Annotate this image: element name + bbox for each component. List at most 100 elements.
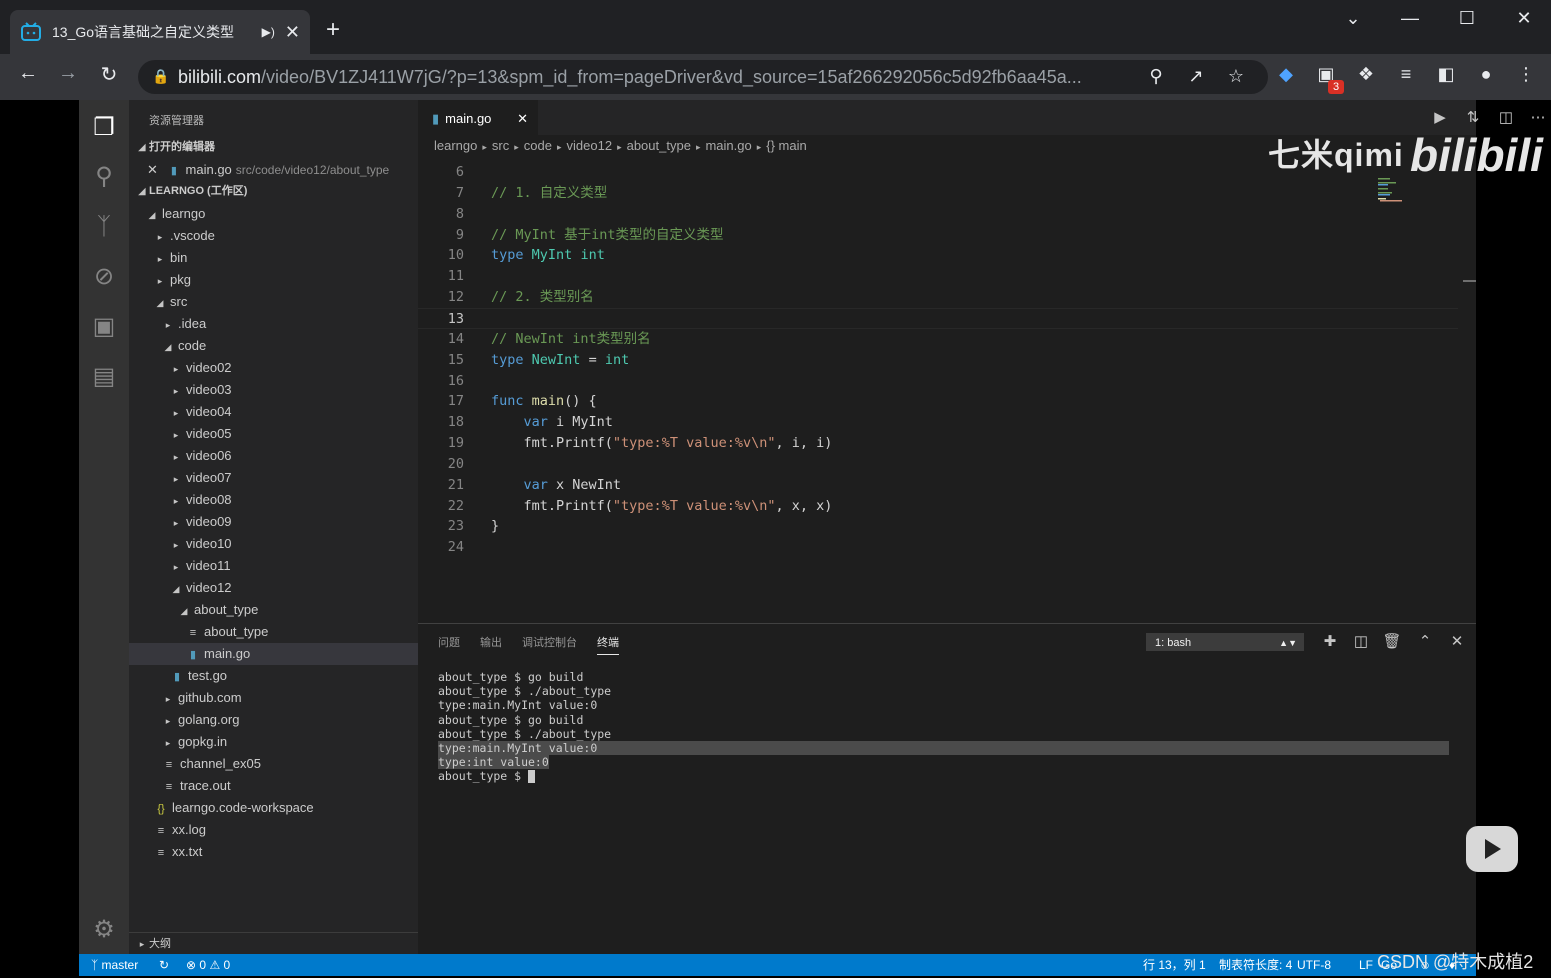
kill-terminal-icon[interactable]: 🗑	[1380, 632, 1404, 650]
tree-item[interactable]: ▸ pkg	[129, 269, 418, 291]
url-path: /video/BV1ZJ411W7jG/?p=13&spm_id_from=pa…	[261, 66, 1082, 87]
tree-item[interactable]: ▸ video06	[129, 445, 418, 467]
editor-tab-main-go[interactable]: ▮ main.go ✕	[418, 100, 538, 135]
more-actions-icon[interactable]: ⋯	[1526, 108, 1550, 126]
tree-item[interactable]: ▮ test.go	[129, 665, 418, 687]
back-icon[interactable]: ←	[13, 62, 43, 85]
end-of-line[interactable]: LF	[1359, 954, 1373, 976]
side-panel-icon[interactable]: ◧	[1432, 64, 1460, 85]
reload-icon[interactable]: ↻	[94, 62, 124, 87]
share-icon[interactable]: ↗	[1183, 66, 1209, 87]
close-editor-icon[interactable]: ✕	[147, 162, 158, 177]
search-icon[interactable]: ⚲	[79, 157, 129, 197]
source-control-icon[interactable]: ᛉ	[79, 207, 129, 247]
extensions-icon[interactable]: ▣	[79, 307, 129, 347]
extension-diamond-icon[interactable]: ◆	[1272, 64, 1300, 85]
tab-debug-console[interactable]: 调试控制台	[522, 634, 577, 650]
bilibili-play-button[interactable]	[1466, 826, 1518, 872]
tree-item[interactable]: ▸ .idea	[129, 313, 418, 335]
close-panel-icon[interactable]: ✕	[1445, 632, 1469, 650]
debug-icon[interactable]: ⊘	[79, 257, 129, 297]
settings-gear-icon[interactable]: ⚙	[79, 910, 129, 950]
address-bar[interactable]: 🔒 bilibili.com/video/BV1ZJ411W7jG/?p=13&…	[138, 60, 1268, 94]
tab-search-icon[interactable]: ⌄	[1338, 8, 1368, 29]
tree-item[interactable]: ▸ .vscode	[129, 225, 418, 247]
split-terminal-icon[interactable]: ◫	[1349, 632, 1373, 650]
split-editor-icon[interactable]: ◫	[1494, 108, 1518, 126]
browser-menu-icon[interactable]: ⋮	[1512, 64, 1540, 85]
maximize-panel-icon[interactable]: ⌃	[1413, 632, 1437, 650]
new-tab-button[interactable]: +	[326, 16, 340, 44]
lock-icon[interactable]: 🔒	[152, 68, 169, 85]
tree-item[interactable]: {} learngo.code-workspace	[129, 797, 418, 819]
problems-count[interactable]: ⊗ 0 ⚠ 0	[186, 954, 230, 976]
open-editor-item[interactable]: ✕ ▮ main.go src/code/video12/about_type	[147, 159, 389, 181]
bookmark-star-icon[interactable]: ☆	[1223, 66, 1249, 87]
profile-avatar-icon[interactable]: ●	[1472, 64, 1500, 85]
tree-item[interactable]: ▸ gopkg.in	[129, 731, 418, 753]
tree-item[interactable]: ≡ trace.out	[129, 775, 418, 797]
breadcrumb-item[interactable]: main.go	[705, 138, 751, 153]
maximize-icon[interactable]: ☐	[1452, 8, 1482, 29]
workspace-header[interactable]: ◢ LEARNGO (工作区)	[135, 180, 248, 202]
run-icon[interactable]: ▶	[1428, 108, 1452, 126]
close-tab-icon[interactable]: ✕	[285, 22, 300, 43]
code-token: // MyInt 基于int类型的自定义类型	[491, 226, 724, 243]
extensions-puzzle-icon[interactable]: ❖	[1352, 64, 1380, 85]
breadcrumb-item[interactable]: code	[524, 138, 552, 153]
tree-item[interactable]: ≡ about_type	[129, 621, 418, 643]
code-line: 24	[418, 537, 1458, 558]
tree-item[interactable]: ▸ video11	[129, 555, 418, 577]
tree-item[interactable]: ▸ video07	[129, 467, 418, 489]
tree-item[interactable]: ▸ video04	[129, 401, 418, 423]
outline-section[interactable]: ▸ 大纲	[129, 932, 418, 954]
new-terminal-icon[interactable]: ✚	[1318, 632, 1342, 650]
tree-item[interactable]: ▸ video02	[129, 357, 418, 379]
tree-item[interactable]: ▸ video09	[129, 511, 418, 533]
tree-item[interactable]: ◢ about_type	[129, 599, 418, 621]
tree-item[interactable]: ▸ golang.org	[129, 709, 418, 731]
tree-item[interactable]: ◢ learngo	[129, 203, 418, 225]
breadcrumb-item[interactable]: about_type	[627, 138, 691, 153]
explorer-icon[interactable]: ❐	[79, 108, 129, 148]
breadcrumb-item[interactable]: learngo	[434, 138, 477, 153]
close-tab-icon[interactable]: ✕	[517, 100, 528, 138]
tree-item[interactable]: ≡ xx.log	[129, 819, 418, 841]
sync-icon[interactable]: ↻	[159, 954, 169, 976]
breadcrumb-item[interactable]: video12	[567, 138, 613, 153]
tree-item[interactable]: ▮ main.go	[129, 643, 418, 665]
tree-item[interactable]: ◢ video12	[129, 577, 418, 599]
tree-item[interactable]: ▸ bin	[129, 247, 418, 269]
tab-output[interactable]: 输出	[480, 634, 502, 650]
folder-icon[interactable]: ▤	[79, 357, 129, 397]
breadcrumb-item[interactable]: src	[492, 138, 509, 153]
tree-item[interactable]: ▸ github.com	[129, 687, 418, 709]
tree-item[interactable]: ▸ video03	[129, 379, 418, 401]
open-changes-icon[interactable]: ⇅	[1461, 108, 1485, 126]
audio-playing-icon[interactable]: ▶)	[262, 25, 275, 39]
zoom-icon[interactable]: ⚲	[1143, 66, 1169, 87]
tree-item[interactable]: ◢ code	[129, 335, 418, 357]
encoding[interactable]: UTF-8	[1297, 954, 1331, 976]
tree-item[interactable]: ◢ src	[129, 291, 418, 313]
terminal-output[interactable]: about_type $ go build about_type $ ./abo…	[438, 670, 1449, 784]
git-branch[interactable]: ᛉ master	[91, 954, 138, 976]
code-editor[interactable]: 6 7 // 1. 自定义类型 8 9 // MyInt 基于int类型的自定义类型 10 t…	[418, 162, 1458, 622]
tree-item[interactable]: ▸ video05	[129, 423, 418, 445]
tree-item[interactable]: ▸ video10	[129, 533, 418, 555]
close-window-icon[interactable]: ✕	[1509, 8, 1539, 29]
terminal-select[interactable]: 1: bash ▲▼	[1146, 633, 1304, 651]
cursor-position[interactable]: 行 13，列 1	[1143, 954, 1206, 976]
media-control-icon[interactable]: ≡	[1392, 64, 1420, 85]
minimize-icon[interactable]: —	[1395, 8, 1425, 29]
tree-item[interactable]: ≡ channel_ex05	[129, 753, 418, 775]
forward-icon[interactable]: →	[53, 62, 83, 85]
tab-size[interactable]: 制表符长度: 4	[1219, 954, 1292, 976]
tree-item[interactable]: ≡ xx.txt	[129, 841, 418, 863]
breadcrumb-item[interactable]: {} main	[766, 138, 806, 153]
tab-terminal[interactable]: 终端	[597, 634, 619, 655]
tree-item[interactable]: ▸ video08	[129, 489, 418, 511]
open-editors-header[interactable]: ◢ 打开的编辑器	[135, 136, 215, 158]
tab-problems[interactable]: 问题	[438, 634, 460, 650]
browser-tab[interactable]: 13_Go语言基础之自定义类型 ▶) ✕	[10, 10, 310, 54]
